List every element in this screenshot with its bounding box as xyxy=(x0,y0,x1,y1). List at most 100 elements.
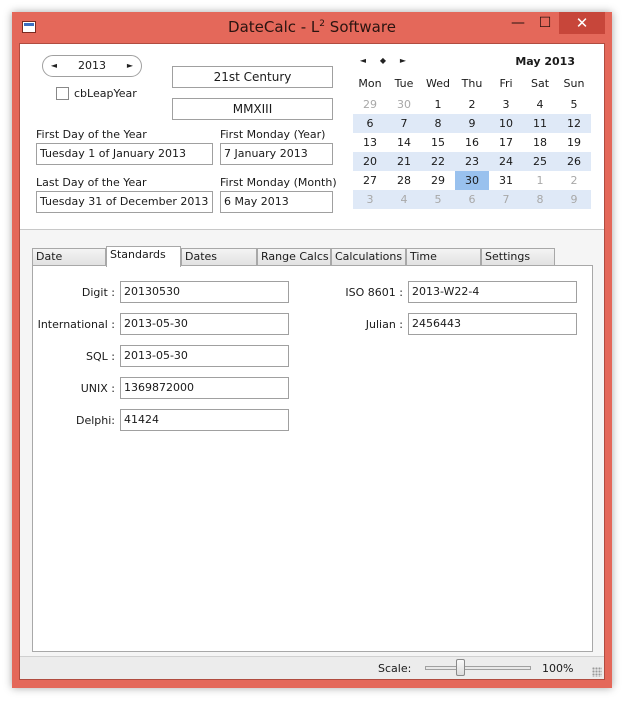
calendar-day[interactable]: 2 xyxy=(557,171,591,190)
calendar-day[interactable]: 31 xyxy=(489,171,523,190)
calendar-day[interactable]: 17 xyxy=(489,133,523,152)
tab-settings[interactable]: Settings xyxy=(481,248,555,266)
digit-field[interactable]: 20130530 xyxy=(120,281,289,303)
calendar-day[interactable]: 22 xyxy=(421,152,455,171)
calendar-day[interactable]: 29 xyxy=(421,171,455,190)
year-next-icon[interactable]: ► xyxy=(123,59,137,73)
calendar-day[interactable]: 5 xyxy=(557,95,591,114)
scale-slider-track[interactable] xyxy=(425,666,531,670)
century-field: 21st Century xyxy=(172,66,333,88)
international-field[interactable]: 2013-05-30 xyxy=(120,313,289,335)
scale-slider-thumb[interactable] xyxy=(456,659,465,676)
calendar-day[interactable]: 13 xyxy=(353,133,387,152)
calendar-day[interactable]: 29 xyxy=(353,95,387,114)
calendar-day[interactable]: 21 xyxy=(387,152,421,171)
iso8601-field[interactable]: 2013-W22-4 xyxy=(408,281,577,303)
calendar-day[interactable]: 7 xyxy=(489,190,523,209)
calendar-day[interactable]: 5 xyxy=(421,190,455,209)
unix-label: UNIX : xyxy=(80,382,115,395)
last-day-field[interactable]: Tuesday 31 of December 2013 xyxy=(36,191,213,213)
unix-field[interactable]: 1369872000 xyxy=(120,377,289,399)
tab-dates[interactable]: Dates xyxy=(181,248,257,266)
calendar-day[interactable]: 23 xyxy=(455,152,489,171)
scale-label: Scale: xyxy=(378,662,412,675)
month-calendar[interactable]: ◄ ◆ ► May 2013 Mon Tue Wed Thu Fri Sat Sun 29 3… xyxy=(353,52,591,222)
calendar-week-row: 13 14 15 16 17 18 19 xyxy=(353,133,591,152)
calendar-day[interactable]: 9 xyxy=(557,190,591,209)
first-day-field[interactable]: Tuesday 1 of January 2013 xyxy=(36,143,213,165)
year-prev-icon[interactable]: ◄ xyxy=(47,59,61,73)
tab-standards[interactable]: Standards xyxy=(106,246,181,267)
calendar-day[interactable]: 1 xyxy=(421,95,455,114)
calendar-day[interactable]: 1 xyxy=(523,171,557,190)
calendar-day[interactable]: 8 xyxy=(421,114,455,133)
checkbox-box[interactable] xyxy=(56,87,69,100)
calendar-day[interactable]: 16 xyxy=(455,133,489,152)
calendar-day[interactable]: 25 xyxy=(523,152,557,171)
calendar-day[interactable]: 18 xyxy=(523,133,557,152)
weekday-header: Sat xyxy=(530,77,550,90)
calendar-prev-month-icon[interactable]: ◄ xyxy=(357,56,369,65)
calendar-day[interactable]: 20 xyxy=(353,152,387,171)
minimize-icon: — xyxy=(511,15,525,31)
calendar-day[interactable]: 24 xyxy=(489,152,523,171)
status-bar: Scale: 100% xyxy=(20,656,604,679)
calendar-day[interactable]: 3 xyxy=(489,95,523,114)
maximize-icon: ☐ xyxy=(538,15,552,31)
calendar-day[interactable]: 7 xyxy=(387,114,421,133)
calendar-day[interactable]: 4 xyxy=(523,95,557,114)
minimize-button[interactable]: — xyxy=(505,12,531,34)
first-monday-year-label: First Monday (Year) xyxy=(220,128,326,141)
last-day-label: Last Day of the Year xyxy=(36,176,147,189)
calendar-day[interactable]: 15 xyxy=(421,133,455,152)
calendar-day[interactable]: 27 xyxy=(353,171,387,190)
calendar-day[interactable]: 10 xyxy=(489,114,523,133)
delphi-field[interactable]: 41424 xyxy=(120,409,289,431)
calendar-week-row: 29 30 1 2 3 4 5 xyxy=(353,95,591,114)
international-label: International : xyxy=(37,318,115,331)
calendar-day[interactable]: 11 xyxy=(523,114,557,133)
calendar-day[interactable]: 6 xyxy=(455,190,489,209)
first-monday-year-field[interactable]: 7 January 2013 xyxy=(220,143,333,165)
calendar-day[interactable]: 26 xyxy=(557,152,591,171)
delphi-label: Delphi: xyxy=(75,414,115,427)
calendar-day[interactable]: 12 xyxy=(557,114,591,133)
title-bar[interactable]: DateCalc - L2 Software — ☐ ✕ xyxy=(12,12,612,43)
standards-tab-panel: Digit : 20130530 International : 2013-05… xyxy=(32,265,593,652)
weekday-header: Fri xyxy=(499,77,513,90)
tab-calculations[interactable]: Calculations xyxy=(331,248,406,266)
roman-numeral-field: MMXIII xyxy=(172,98,333,120)
calendar-day[interactable]: 14 xyxy=(387,133,421,152)
calendar-day[interactable]: 3 xyxy=(353,190,387,209)
year-spinner[interactable]: ◄ 2013 ► xyxy=(42,55,142,77)
tab-time[interactable]: Time xyxy=(406,248,481,266)
close-icon: ✕ xyxy=(575,14,589,32)
julian-field[interactable]: 2456443 xyxy=(408,313,577,335)
maximize-button[interactable]: ☐ xyxy=(532,12,558,34)
calendar-next-month-icon[interactable]: ► xyxy=(397,56,409,65)
calendar-day[interactable]: 30 xyxy=(387,95,421,114)
resize-grip-icon[interactable] xyxy=(592,667,602,677)
digit-label: Digit : xyxy=(81,286,115,299)
first-monday-month-label: First Monday (Month) xyxy=(220,176,337,189)
first-monday-month-field[interactable]: 6 May 2013 xyxy=(220,191,333,213)
calendar-day[interactable]: 28 xyxy=(387,171,421,190)
close-button[interactable]: ✕ xyxy=(559,12,605,34)
calendar-day[interactable]: 4 xyxy=(387,190,421,209)
tab-range-calcs[interactable]: Range Calcs xyxy=(257,248,331,266)
tab-date[interactable]: Date xyxy=(32,248,106,266)
calendar-day[interactable]: 2 xyxy=(455,95,489,114)
calendar-month-title[interactable]: May 2013 xyxy=(515,55,575,68)
calendar-week-row: 3456789 xyxy=(353,190,591,209)
calendar-day[interactable]: 8 xyxy=(523,190,557,209)
calendar-today-icon[interactable]: ◆ xyxy=(377,56,389,65)
tab-strip: Date Standards Dates Range Calcs Calculation… xyxy=(32,246,594,267)
calendar-day[interactable]: 19 xyxy=(557,133,591,152)
date-summary-panel: ◄ 2013 ► cbLeapYear 21st Century MMXIII … xyxy=(20,44,604,230)
calendar-day[interactable]: 30 xyxy=(455,171,489,190)
sql-field[interactable]: 2013-05-30 xyxy=(120,345,289,367)
sql-label: SQL : xyxy=(86,350,115,363)
julian-label: Julian : xyxy=(365,318,403,331)
calendar-day[interactable]: 6 xyxy=(353,114,387,133)
calendar-day[interactable]: 9 xyxy=(455,114,489,133)
